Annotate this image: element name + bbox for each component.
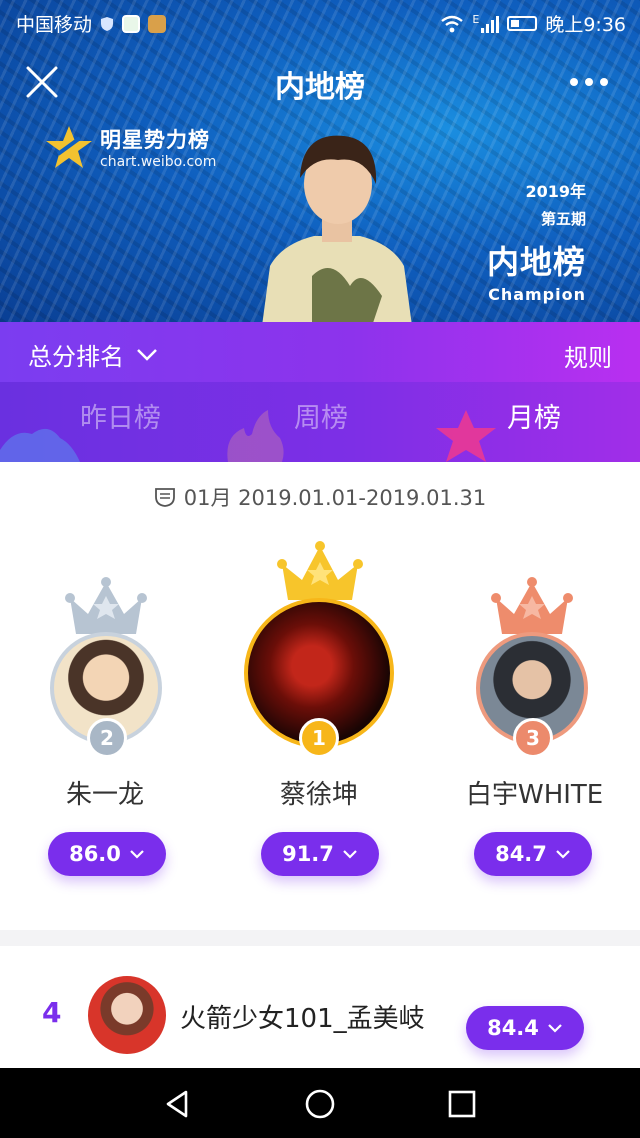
board-subtitle: Champion <box>488 285 586 304</box>
tab-weekly[interactable]: 周榜 <box>294 396 348 435</box>
score-value: 84.7 <box>495 842 547 866</box>
ranking-type-label: 总分排名 <box>28 343 124 371</box>
wave-decoration-icon <box>0 428 80 462</box>
ranking-toolbar: 总分排名 规则 <box>0 322 640 382</box>
wifi-icon <box>441 15 464 32</box>
avatar[interactable] <box>88 976 166 1054</box>
score-button[interactable]: 84.4 <box>466 1006 584 1050</box>
date-range: 01月 2019.01.01-2019.01.31 <box>0 482 640 512</box>
podium-card: 01月 2019.01.01-2019.01.31 2 朱一龙 86.0 1 蔡… <box>0 462 640 930</box>
star-decoration-icon <box>436 410 496 462</box>
star-name-rank-2[interactable]: 朱一龙 <box>66 774 144 811</box>
score-value: 91.7 <box>282 842 334 866</box>
back-icon[interactable] <box>160 1086 196 1122</box>
rank-number: 4 <box>42 996 62 1029</box>
recent-apps-icon[interactable] <box>444 1086 480 1122</box>
medal-rank-2: 2 <box>87 718 127 758</box>
logo-title: 明星势力榜 <box>100 128 210 152</box>
battery-icon <box>507 16 538 31</box>
rules-link[interactable]: 规则 <box>564 338 612 373</box>
score-button-rank-1[interactable]: 91.7 <box>261 832 379 876</box>
period-tabs: 昨日榜 周榜 月榜 <box>0 382 640 462</box>
medal-rank-3: 3 <box>513 718 553 758</box>
score-button-rank-3[interactable]: 84.7 <box>474 832 592 876</box>
chevron-down-icon <box>130 850 144 859</box>
dot-icon <box>570 78 578 86</box>
dot-icon <box>600 78 608 86</box>
wechat-notification-icon <box>122 14 141 33</box>
silver-crown-icon <box>65 577 147 634</box>
tab-monthly[interactable]: 月榜 <box>507 396 561 435</box>
chevron-down-icon <box>556 850 570 859</box>
weibo-chart-logo: 明星势力榜 chart.weibo.com <box>44 124 216 170</box>
carrier-label: 中国移动 <box>16 14 93 36</box>
calendar-icon <box>154 488 175 507</box>
chevron-down-icon <box>548 1024 562 1033</box>
issue-badge: 2019年 第五期 内地榜 Champion <box>487 178 586 304</box>
signal-icon <box>481 15 500 33</box>
header-banner: 中国移动 E 晚上9:36 内地榜 明星势力榜 chart.weibo.com … <box>0 0 640 322</box>
featured-star-photo <box>262 135 412 322</box>
bronze-crown-icon <box>491 577 573 634</box>
star-name-rank-1[interactable]: 蔡徐坤 <box>280 774 358 811</box>
flame-decoration-icon <box>227 410 284 462</box>
home-icon[interactable] <box>302 1086 338 1122</box>
issue-number: 第五期 <box>540 210 586 228</box>
list-item[interactable]: 4 火箭少女101_孟美岐 84.4 <box>0 946 640 1068</box>
shield-icon <box>101 16 114 31</box>
chevron-down-icon <box>343 850 357 859</box>
board-name: 内地榜 <box>486 243 586 281</box>
date-range-label: 01月 2019.01.01-2019.01.31 <box>183 486 487 510</box>
more-options-button[interactable] <box>570 70 614 94</box>
app-notification-icon <box>148 14 167 33</box>
clock-label: 晚上9:36 <box>545 14 626 36</box>
issue-year: 2019年 <box>525 182 586 201</box>
network-type-label: E <box>472 13 480 26</box>
gold-crown-icon <box>277 541 363 600</box>
dot-icon <box>585 78 593 86</box>
logo-url: chart.weibo.com <box>100 154 217 170</box>
page-title: 内地榜 <box>275 70 365 105</box>
star-logo-icon <box>46 126 92 168</box>
score-value: 84.4 <box>487 1016 539 1040</box>
status-bar: 中国移动 E 晚上9:36 <box>0 0 640 44</box>
medal-rank-1: 1 <box>299 718 339 758</box>
star-name-rank-3[interactable]: 白宇WHITE <box>466 774 603 811</box>
system-navigation-bar <box>0 1068 640 1138</box>
score-value: 86.0 <box>69 842 121 866</box>
star-name[interactable]: 火箭少女101_孟美岐 <box>180 998 425 1035</box>
tab-yesterday[interactable]: 昨日榜 <box>80 396 161 435</box>
ranking-type-dropdown[interactable]: 总分排名 <box>28 337 158 372</box>
score-button-rank-2[interactable]: 86.0 <box>48 832 166 876</box>
chevron-down-icon <box>137 348 157 361</box>
